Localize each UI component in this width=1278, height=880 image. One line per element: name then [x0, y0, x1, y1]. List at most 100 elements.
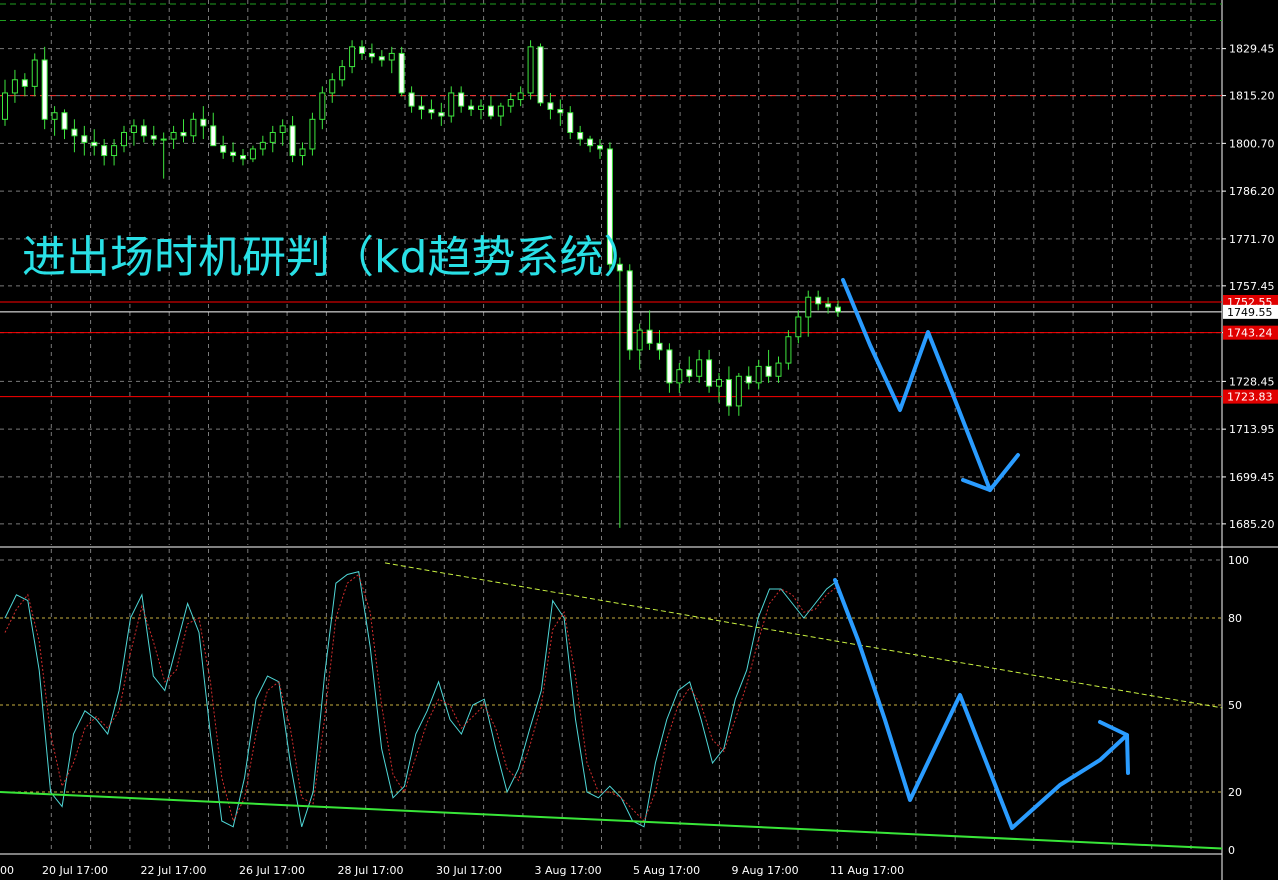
candle-body — [200, 118, 207, 127]
candle — [339, 60, 346, 87]
candle-body — [735, 375, 742, 407]
candle-body — [368, 52, 375, 58]
candle-body — [547, 102, 554, 110]
candle-body — [101, 145, 108, 157]
chart-title: 进出场时机研判（kd趋势系统） — [22, 232, 647, 283]
candle — [408, 86, 415, 113]
candle-body — [299, 148, 306, 157]
candle-body — [319, 92, 326, 120]
candle-body — [517, 92, 524, 101]
candle — [686, 356, 693, 383]
candle — [51, 106, 58, 136]
candle-body — [468, 105, 475, 110]
candle — [716, 372, 722, 403]
candle-body — [765, 365, 772, 377]
candle — [81, 125, 88, 156]
candle-body — [478, 105, 484, 110]
candle-body — [71, 128, 78, 137]
candle — [130, 119, 137, 146]
candle — [755, 359, 762, 390]
candle — [448, 86, 455, 123]
candle — [636, 323, 643, 370]
candle-body — [398, 52, 405, 94]
candle-body — [349, 46, 356, 68]
candle-body — [597, 145, 603, 150]
candle — [487, 96, 494, 120]
price-tick-label: 1728.45 — [1229, 375, 1275, 388]
candle-body — [121, 131, 127, 147]
candle — [696, 349, 703, 383]
candle-body — [81, 135, 88, 143]
candle-body — [815, 296, 822, 305]
candle — [61, 109, 68, 140]
candle — [646, 310, 653, 350]
time-tick-label: 5 Aug 17:00 — [633, 864, 700, 877]
candle-body — [61, 112, 68, 130]
candle — [825, 297, 832, 314]
candle — [210, 112, 217, 147]
time-tick-label: 00 — [0, 864, 14, 877]
kd-k-line — [4, 570, 839, 828]
candle — [735, 372, 742, 416]
candle-body — [676, 369, 683, 384]
candle — [418, 96, 425, 120]
candle — [269, 125, 276, 153]
candle — [497, 102, 504, 126]
candle-body — [577, 131, 584, 140]
candle-body — [587, 138, 594, 147]
candle — [706, 349, 713, 393]
time-tick-label: 22 Jul 17:00 — [141, 864, 207, 877]
candle-body — [527, 46, 534, 94]
candle — [785, 330, 792, 370]
price-level-label: 1723.83 — [1227, 391, 1273, 404]
candle-body — [696, 359, 703, 377]
candle-body — [150, 135, 157, 140]
candle — [537, 43, 544, 107]
candle-body — [259, 141, 266, 150]
candle-body — [487, 105, 494, 117]
price-tick-label: 1685.20 — [1229, 518, 1275, 531]
candle-body — [190, 118, 197, 137]
candle-body — [309, 118, 316, 150]
candle-body — [745, 375, 752, 384]
candle-body — [795, 316, 802, 338]
osc-tick-label: 80 — [1228, 612, 1242, 625]
candle — [398, 46, 405, 97]
candle — [190, 112, 197, 143]
price-panel: 1829.45 1815.20 1800.70 1786.20 1771.70 1757.… — [0, 0, 1278, 880]
candle-body — [497, 105, 504, 117]
price-tick-label: 1800.70 — [1229, 137, 1275, 150]
candle-body — [636, 329, 643, 351]
candle-body — [716, 379, 722, 387]
candle-body — [825, 303, 832, 308]
price-level-label: 1749.55 — [1227, 306, 1273, 319]
candle-body — [240, 155, 246, 160]
candle — [368, 43, 375, 64]
candle — [567, 106, 574, 140]
candle-body — [31, 59, 38, 87]
candle — [587, 135, 594, 153]
candle — [31, 53, 38, 97]
candle — [21, 73, 28, 97]
osc-support-trendline — [0, 791, 1223, 850]
candle — [259, 135, 266, 156]
candle — [2, 79, 8, 126]
candle — [835, 300, 841, 317]
kd-oscillator-panel: 100 80 50 20 0 — [0, 549, 1249, 857]
candle — [220, 135, 227, 159]
time-tick-label: 11 Aug 17:00 — [830, 864, 904, 877]
candle — [349, 40, 356, 74]
candle-body — [805, 296, 812, 318]
candle — [41, 46, 48, 130]
candle — [359, 40, 365, 61]
time-tick-label: 9 Aug 17:00 — [732, 864, 799, 877]
osc-tick-label: 20 — [1228, 786, 1242, 799]
candle-body — [537, 46, 544, 104]
candle-body — [438, 112, 445, 117]
price-tick-label: 1829.45 — [1229, 43, 1275, 56]
candle-body — [91, 141, 98, 147]
price-tick-label: 1815.20 — [1229, 90, 1275, 103]
candle-body — [646, 329, 653, 344]
candle-body — [388, 52, 395, 61]
candle-body — [210, 125, 217, 147]
